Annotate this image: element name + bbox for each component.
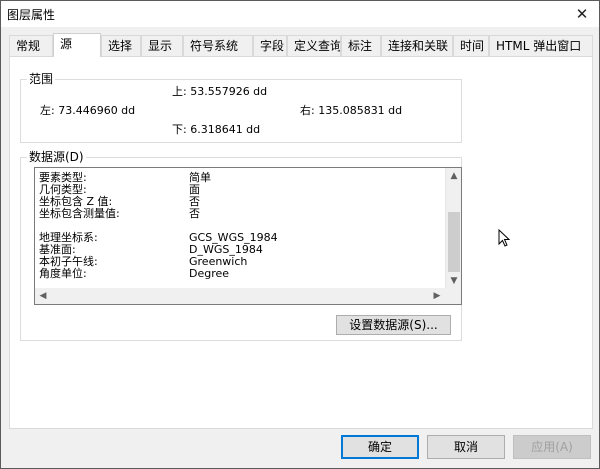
tab-symbology[interactable]: 符号系统 xyxy=(183,35,253,56)
extent-left: 左: 73.446960 dd xyxy=(40,104,136,117)
extent-right: 右: 135.085831 dd xyxy=(300,104,403,117)
tab-labels[interactable]: 标注 xyxy=(341,35,381,56)
apply-button[interactable]: 应用(A) xyxy=(513,435,591,459)
mouse-cursor-icon xyxy=(498,229,511,247)
extent-bottom: 下: 6.318641 dd xyxy=(172,123,261,136)
tab-selection[interactable]: 选择 xyxy=(101,35,141,56)
tab-source[interactable]: 源 xyxy=(53,33,101,57)
ok-button[interactable]: 确定 xyxy=(341,435,419,459)
datasource-listbox[interactable]: 要素类型: 简单 几何类型: 面 坐标包含 Z 值: 否 坐标包含测量值: 否 地理坐标… xyxy=(34,167,462,305)
scroll-thumb[interactable] xyxy=(448,212,460,272)
tab-general[interactable]: 常规 xyxy=(9,35,53,56)
tab-strip: 常规 源 选择 显示 符号系统 字段 定义查询 标注 连接和关联 时间 HTML… xyxy=(9,33,593,57)
tab-time[interactable]: 时间 xyxy=(453,35,489,56)
scroll-up-icon[interactable]: ▲ xyxy=(446,168,461,184)
scrollbar-corner xyxy=(445,288,461,304)
tab-html-popup[interactable]: HTML 弹出窗口 xyxy=(489,35,593,56)
layer-properties-dialog: 图层属性 ✕ 常规 源 选择 显示 符号系统 字段 定义查询 标注 连接和关联 … xyxy=(0,0,600,469)
tab-joins-relates[interactable]: 连接和关联 xyxy=(381,35,453,56)
close-icon[interactable]: ✕ xyxy=(565,1,599,27)
set-datasource-button[interactable]: 设置数据源(S)... xyxy=(336,315,451,335)
extent-title: 范围 xyxy=(27,72,56,86)
tab-fields[interactable]: 字段 xyxy=(253,35,287,56)
vertical-scrollbar[interactable]: ▲ ▼ xyxy=(445,168,461,289)
tab-display[interactable]: 显示 xyxy=(141,35,183,56)
scroll-left-icon[interactable]: ◀ xyxy=(35,288,51,304)
extent-top: 上: 53.557926 dd xyxy=(172,85,268,98)
cancel-button[interactable]: 取消 xyxy=(427,435,505,459)
window-title: 图层属性 xyxy=(7,8,56,22)
scroll-right-icon[interactable]: ▶ xyxy=(429,288,445,304)
horizontal-scrollbar[interactable]: ◀ ▶ xyxy=(35,288,445,304)
tab-definition-query[interactable]: 定义查询 xyxy=(287,35,341,56)
datasource-title: 数据源(D) xyxy=(27,150,86,164)
title-bar: 图层属性 ✕ xyxy=(1,1,599,27)
scroll-down-icon[interactable]: ▼ xyxy=(446,273,461,289)
